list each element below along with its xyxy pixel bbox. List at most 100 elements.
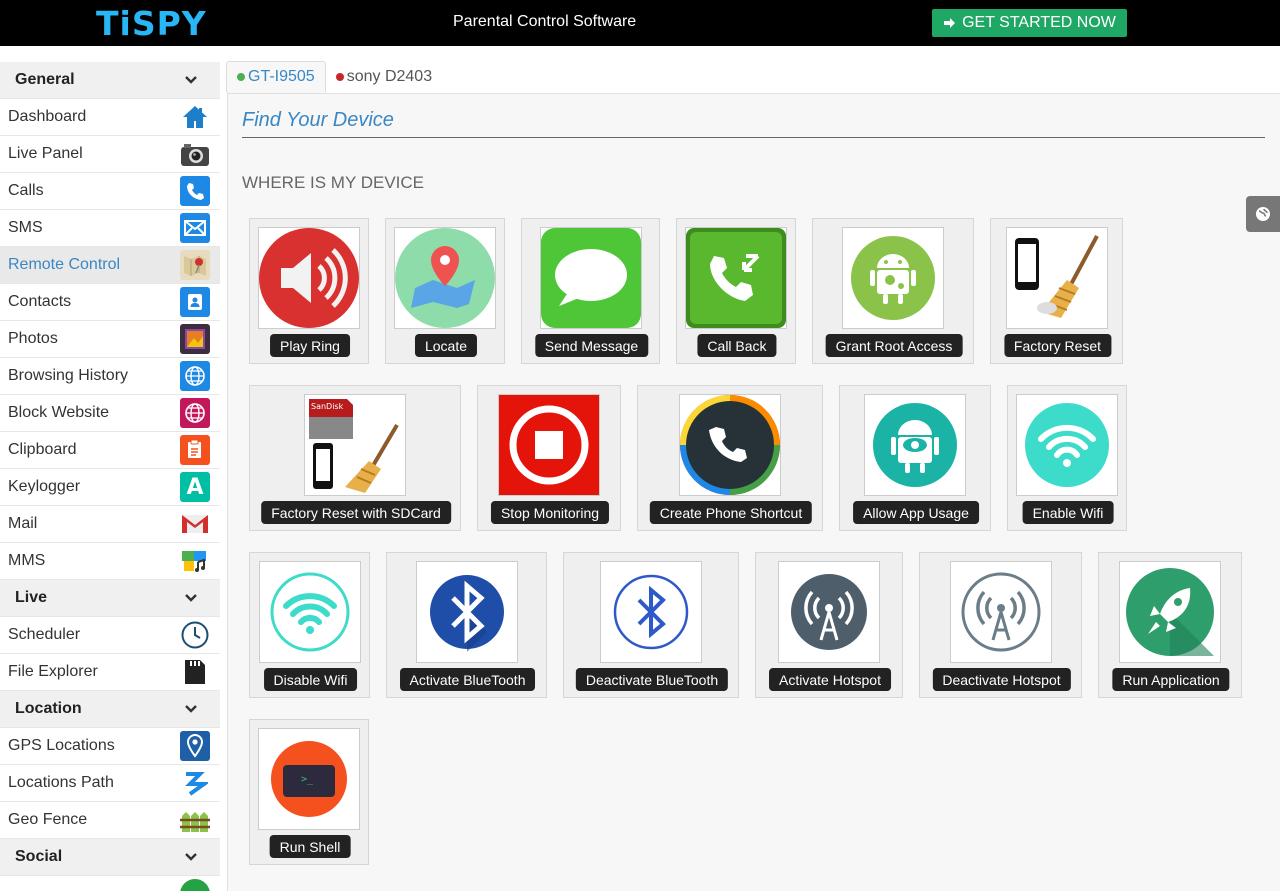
chat-bubble-icon: [539, 227, 642, 329]
sidebar-section-label: Location: [15, 700, 82, 717]
action-label: Send Message: [534, 334, 649, 357]
terminal-icon: >_: [258, 728, 360, 830]
sidebar-item-label: MMS: [8, 552, 46, 569]
map-pin-icon: [180, 250, 210, 280]
location-pin-icon: [180, 731, 210, 761]
chevron-down-icon: [185, 705, 197, 713]
bluetooth-off-icon: [600, 561, 702, 663]
sidebar-item-mail[interactable]: Mail: [0, 506, 220, 543]
get-started-label: GET STARTED NOW: [962, 14, 1116, 31]
sidebar-item-label: Keylogger: [8, 478, 81, 495]
action-disable-wifi[interactable]: Disable Wifi: [249, 552, 370, 698]
action-label: Deactivate Hotspot: [932, 668, 1071, 691]
tab-label: sony D2403: [346, 68, 433, 85]
action-deactivate-hotspot[interactable]: Deactivate Hotspot: [919, 552, 1082, 698]
action-play-ring[interactable]: Play Ring: [249, 218, 369, 364]
wifi-off-icon: [258, 561, 361, 663]
sdcard-brand-text: SanDisk: [311, 402, 344, 411]
sidebar-section-label: Live: [15, 589, 48, 606]
action-factory-reset[interactable]: Factory Reset: [990, 218, 1123, 364]
action-label: Activate Hotspot: [769, 668, 891, 691]
sidebar-item-locations-path[interactable]: Locations Path: [0, 765, 220, 802]
sidebar-section-label: General: [15, 71, 75, 88]
mms-icon: [180, 546, 210, 576]
sidebar-item-label: Clipboard: [8, 441, 77, 458]
stop-icon: [498, 394, 600, 496]
action-deactivate-bluetooth[interactable]: Deactivate BlueTooth: [563, 552, 739, 698]
clock-icon: [180, 620, 210, 650]
bluetooth-on-icon: [415, 561, 518, 663]
get-started-button[interactable]: GET STARTED NOW: [932, 9, 1127, 37]
sidebar-item-label: GPS Locations: [8, 737, 115, 754]
rocket-icon: [1119, 561, 1221, 663]
photo-icon: [180, 324, 210, 354]
action-allow-app-usage[interactable]: Allow App Usage: [839, 385, 991, 531]
sidebar-item-clipboard[interactable]: Clipboard: [0, 432, 220, 469]
action-activate-bluetooth[interactable]: Activate BlueTooth: [386, 552, 547, 698]
sidebar-section-live[interactable]: Live: [0, 580, 220, 617]
sidebar-item-label: Live Panel: [8, 145, 83, 162]
sidebar-item-geo-fence[interactable]: Geo Fence: [0, 802, 220, 839]
action-grant-root-access[interactable]: Grant Root Access: [812, 218, 974, 364]
tab-device-1[interactable]: GT-I9505: [226, 61, 326, 93]
section-heading: WHERE IS MY DEVICE: [242, 173, 424, 192]
android-eye-icon: [864, 394, 966, 496]
whatsapp-icon: [180, 879, 210, 891]
chevron-down-icon: [185, 853, 197, 861]
sidebar-item-gps-locations[interactable]: GPS Locations: [0, 728, 220, 765]
sidebar-section-label: Social: [15, 848, 63, 865]
language-globe-button[interactable]: [1246, 196, 1280, 232]
action-label: Play Ring: [270, 334, 350, 357]
action-create-phone-shortcut[interactable]: Create Phone Shortcut: [637, 385, 823, 531]
fence-icon: [180, 805, 210, 835]
sidebar-item-block-website[interactable]: Block Website: [0, 395, 220, 432]
action-label: Activate BlueTooth: [399, 668, 536, 691]
shell-prompt: >_: [301, 774, 314, 785]
tab-device-2[interactable]: sony D2403: [326, 61, 442, 93]
action-call-back[interactable]: Call Back: [676, 218, 796, 364]
sidebar-item-photos[interactable]: Photos: [0, 321, 220, 358]
sidebar-item-partial[interactable]: [0, 876, 220, 891]
envelope-icon: [180, 213, 210, 243]
sidebar-item-label: File Explorer: [8, 663, 98, 680]
sidebar-item-calls[interactable]: Calls: [0, 173, 220, 210]
action-factory-reset-with-sdcard[interactable]: SanDisk Factory Reset with SDCard: [249, 385, 461, 531]
action-run-shell[interactable]: >_ Run Shell: [249, 719, 369, 865]
action-stop-monitoring[interactable]: Stop Monitoring: [477, 385, 621, 531]
sidebar-item-keylogger[interactable]: Keylogger A: [0, 469, 220, 506]
wifi-on-icon: [1016, 394, 1118, 496]
block-globe-icon: [180, 398, 210, 428]
sidebar-item-scheduler[interactable]: Scheduler: [0, 617, 220, 654]
sdcard-icon: [180, 657, 210, 687]
status-dot: [237, 73, 245, 81]
keyboard-icon: A: [180, 472, 210, 502]
logo[interactable]: TiSPY: [96, 4, 207, 43]
sidebar-item-live-panel[interactable]: Live Panel: [0, 136, 220, 173]
action-locate[interactable]: Locate: [385, 218, 505, 364]
action-run-application[interactable]: Run Application: [1098, 552, 1242, 698]
sidebar-item-dashboard[interactable]: Dashboard: [0, 99, 220, 136]
action-enable-wifi[interactable]: Enable Wifi: [1007, 385, 1127, 531]
broom-sdcard-icon: SanDisk: [304, 394, 406, 496]
sidebar-item-label: SMS: [8, 219, 43, 236]
status-dot: [335, 73, 344, 81]
globe-icon: [180, 361, 210, 391]
sidebar-section-general[interactable]: General: [0, 62, 220, 99]
action-activate-hotspot[interactable]: Activate Hotspot: [755, 552, 903, 698]
sidebar-item-file-explorer[interactable]: File Explorer: [0, 654, 220, 691]
sidebar-section-location[interactable]: Location: [0, 691, 220, 728]
sidebar-item-label: Remote Control: [8, 256, 121, 273]
sidebar-item-remote-control[interactable]: Remote Control: [0, 247, 220, 284]
sidebar-item-browsing-history[interactable]: Browsing History: [0, 358, 220, 395]
action-label: Run Shell: [269, 835, 351, 858]
hotspot-on-icon: [778, 561, 880, 663]
sidebar-section-social[interactable]: Social: [0, 839, 220, 876]
sidebar-item-sms[interactable]: SMS: [0, 210, 220, 247]
action-send-message[interactable]: Send Message: [521, 218, 660, 364]
sidebar-item-contacts[interactable]: Contacts: [0, 284, 220, 321]
sidebar-item-mms[interactable]: MMS: [0, 543, 220, 580]
clipboard-icon: [180, 435, 210, 465]
action-label: Allow App Usage: [853, 501, 979, 524]
action-label: Factory Reset with SDCard: [261, 501, 451, 524]
phone-shortcut-icon: [679, 394, 781, 496]
